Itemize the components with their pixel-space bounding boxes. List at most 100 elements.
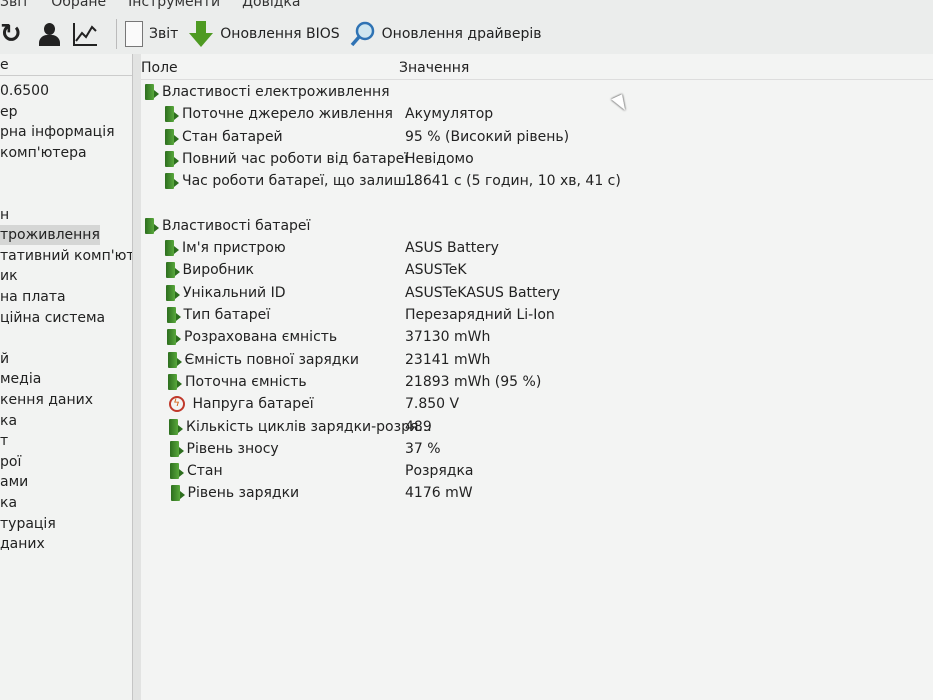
battery-icon [165,240,179,257]
download-arrow-icon [188,21,214,47]
toolbar-separator [116,19,117,49]
field-label: Рівень зносу [186,440,279,457]
benchmark-button[interactable] [72,21,98,47]
table-row[interactable]: ϟ Напруга батареї 7.850 V [141,393,459,415]
field-value: 4176 mW [405,485,473,502]
menu-report[interactable]: Звіт [0,0,29,12]
table-row[interactable]: Рівень зарядки 4176 mW [141,482,473,504]
table-header: Поле Значення [141,54,933,80]
field-label: Виробник [182,262,255,279]
sidebar-item[interactable]: ик [0,266,18,286]
battery-icon [165,150,179,167]
table-row[interactable]: Поточне джерело живлення Акумулятор [141,103,493,125]
field-value: 37130 mWh [405,329,491,346]
sidebar-item[interactable]: тативний комп'юте [0,246,132,266]
sidebar-item[interactable]: ер [0,102,18,122]
table-row[interactable]: Рівень зносу 37 % [141,438,441,460]
sidebar-item[interactable]: кення даних [0,390,93,410]
report-button[interactable]: Звіт [125,21,178,47]
sidebar-item[interactable]: рна інформація [0,122,115,142]
menu-tools[interactable]: Інструменти [128,0,220,12]
field-value: Акумулятор [405,106,494,123]
field-label: Поточне джерело живлення [182,106,393,123]
sidebar-item[interactable]: ційна система [0,308,105,328]
field-label: Час роботи батареї, що залиш... [182,173,420,190]
battery-icon [165,106,179,123]
sidebar-item[interactable]: т [0,431,8,451]
sidebar-item[interactable]: комп'ютера [0,143,87,163]
field-label: Властивості батареї [162,217,311,234]
group-row[interactable]: Властивості батареї [141,215,310,237]
battery-icon [170,463,184,480]
battery-icon [169,418,183,435]
sidebar-item[interactable]: й [0,349,9,369]
sidebar-item[interactable]: турація [0,514,56,534]
details-table: Поле Значення Властивості електроживленн… [133,54,933,700]
group-row[interactable]: Властивості електроживлення [141,81,390,103]
field-value: Розрядка [405,463,474,480]
sidebar-item[interactable]: даних [0,534,45,554]
table-row[interactable]: Унікальний ID ASUSTeKASUS Battery [141,282,560,304]
field-value: Невідомо [405,150,474,167]
field-label: Рівень зарядки [187,485,300,502]
sidebar-item[interactable]: медіа [0,369,41,389]
table-row[interactable]: Тип батареї Перезарядний Li-Ion [141,304,555,326]
bios-label: Оновлення BIOS [220,26,340,42]
sidebar-item[interactable]: ами [0,472,28,492]
battery-icon [165,262,180,279]
field-label: Унікальний ID [183,284,286,301]
bios-update-button[interactable]: Оновлення BIOS [188,21,340,47]
menu-help[interactable]: Довідка [242,0,300,12]
sidebar-item[interactable]: на плата [0,287,66,307]
toolbar: ↻ Звіт Оновлення BIOS Оновлення драйвері… [0,14,933,54]
field-value: ASUSTeKASUS Battery [405,284,561,301]
field-value: ASUS Battery [405,240,499,257]
sidebar-item[interactable]: ка [0,493,17,513]
table-row[interactable]: Стан батарей 95 % (Високий рівень) [141,126,569,148]
battery-icon [169,440,184,457]
field-label: Стан батарей [182,128,283,145]
voltage-icon: ϟ [168,396,185,413]
field-value: ASUSTeK [405,262,467,279]
refresh-button[interactable]: ↻ [0,21,26,47]
table-row[interactable]: Розрахована ємність 37130 mWh [141,326,490,348]
battery-icon [145,84,159,100]
sidebar-item[interactable]: троживлення [0,225,100,246]
table-row[interactable]: Стан Розрядка [141,460,473,482]
field-value: 7.850 V [405,396,460,413]
sidebar-item[interactable]: 0.6500 [0,81,49,101]
table-row[interactable]: Повний час роботи від батареї Невідомо [141,148,474,170]
driver-update-button[interactable]: Оновлення драйверів [350,21,542,47]
sidebar-item[interactable]: н [0,205,9,225]
column-value[interactable]: Значення [399,54,469,79]
table-row[interactable]: Поточна ємність 21893 mWh (95 %) [141,371,541,393]
table-row[interactable]: Кількість циклів зарядки-розря... 489 [141,416,432,438]
battery-icon [168,373,182,390]
field-label: Тип батареї [183,307,271,323]
field-value: 95 % (Високий рівень) [405,128,570,145]
table-row[interactable]: Ємність повної зарядки 23141 mWh [141,349,490,371]
sidebar-item[interactable]: ка [0,411,17,431]
magnifier-icon [350,21,376,47]
sidebar-item[interactable]: рої [0,452,21,472]
field-value: 21893 mWh (95 %) [405,373,542,390]
refresh-icon: ↻ [0,19,22,49]
drivers-label: Оновлення драйверів [381,26,542,42]
field-label: Поточна ємність [185,373,307,390]
field-value: 489 [405,418,432,435]
field-value: 37 % [405,440,441,457]
user-button[interactable] [36,21,62,47]
menu-favorites[interactable]: Обране [51,0,106,12]
sidebar-header[interactable]: е [0,54,132,76]
table-row[interactable]: Ім'я пристрою ASUS Battery [141,237,499,259]
field-label: Ім'я пристрою [182,240,286,257]
sidebar-tree[interactable]: е 0.6500 ер рна інформація комп'ютера н трожи… [0,54,133,700]
table-row[interactable]: Час роботи батареї, що залиш... 18641 с (… [141,170,621,192]
battery-icon [165,128,179,145]
column-field[interactable]: Поле [141,54,399,79]
graph-icon [72,21,98,47]
table-row[interactable]: Виробник ASUSTeK [141,259,467,281]
field-label: Ємність повної зарядки [184,351,360,368]
field-value: Перезарядний Li-Ion [405,307,555,323]
battery-icon [166,284,180,301]
